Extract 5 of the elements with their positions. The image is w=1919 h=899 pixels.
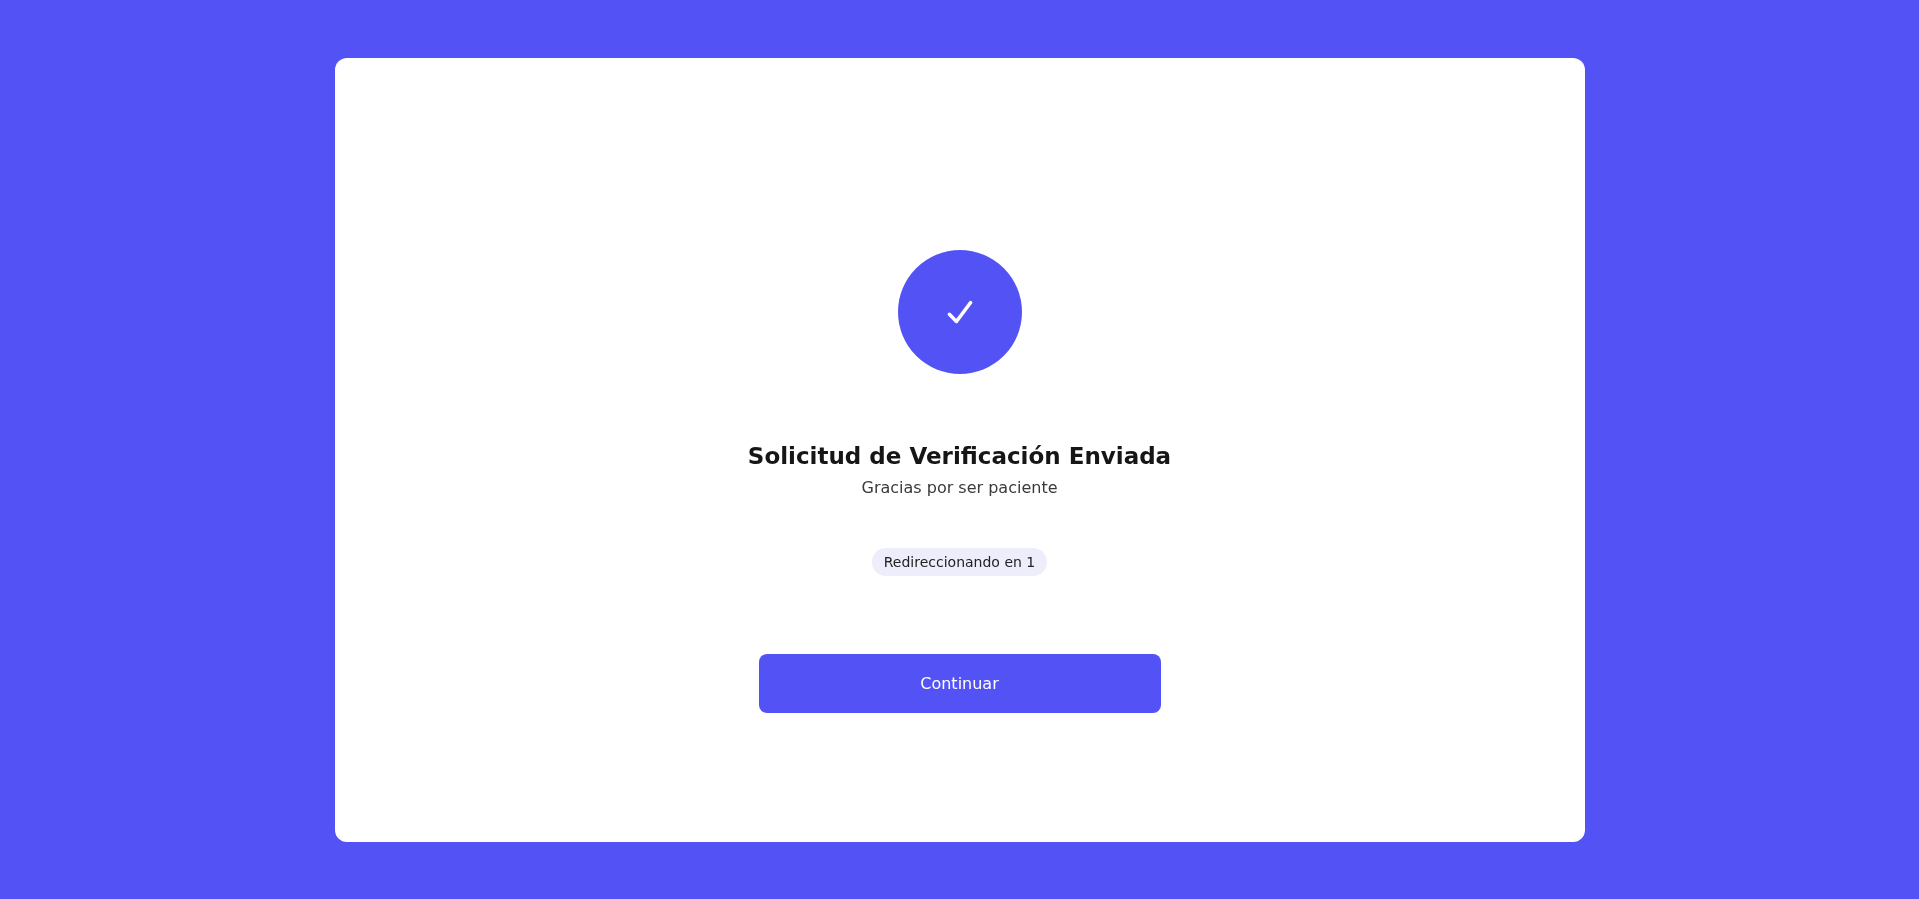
check-icon: [947, 299, 972, 325]
redirect-countdown: Redireccionando en 1: [871, 548, 1048, 576]
continue-button[interactable]: Continuar: [758, 654, 1161, 713]
confirmation-title: Solicitud de Verificación Enviada: [747, 442, 1172, 470]
confirmation-subtitle: Gracias por ser paciente: [861, 478, 1058, 498]
